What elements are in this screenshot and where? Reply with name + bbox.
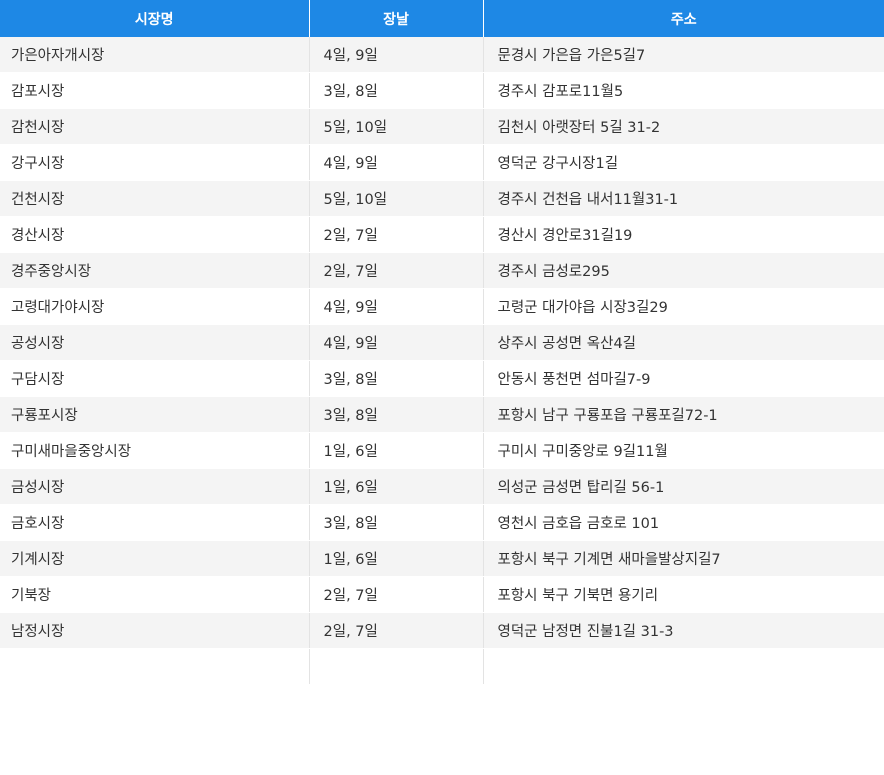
cell-market-name: 구룡포시장 bbox=[0, 396, 310, 433]
table-row[interactable]: 공성시장 4일, 9일 상주시 공성면 옥산4길 bbox=[0, 324, 884, 361]
cell-address: 안동시 풍천면 섬마길7-9 bbox=[483, 360, 884, 397]
table-row[interactable] bbox=[0, 648, 884, 685]
table-row[interactable]: 강구시장 4일, 9일 영덕군 강구시장1길 bbox=[0, 144, 884, 181]
cell-market-name: 경산시장 bbox=[0, 216, 310, 253]
cell-market-day: 1일, 6일 bbox=[309, 432, 484, 469]
cell-market-day: 4일, 9일 bbox=[309, 144, 484, 181]
cell-address: 포항시 남구 구룡포읍 구룡포길72-1 bbox=[483, 396, 884, 433]
cell-market-day: 3일, 8일 bbox=[309, 72, 484, 109]
header-market-day[interactable]: 장날 bbox=[309, 0, 484, 37]
cell-address: 문경시 가은읍 가은5길7 bbox=[483, 37, 884, 73]
cell-market-name: 남정시장 bbox=[0, 612, 310, 649]
cell-market-name: 기북장 bbox=[0, 576, 310, 613]
cell-market-name: 감포시장 bbox=[0, 72, 310, 109]
cell-address bbox=[483, 648, 884, 685]
cell-address: 고령군 대가야읍 시장3길29 bbox=[483, 288, 884, 325]
table-row[interactable]: 구룡포시장 3일, 8일 포항시 남구 구룡포읍 구룡포길72-1 bbox=[0, 396, 884, 433]
cell-address: 의성군 금성면 탑리길 56-1 bbox=[483, 468, 884, 505]
table-row[interactable]: 경주중앙시장 2일, 7일 경주시 금성로295 bbox=[0, 252, 884, 289]
table-row[interactable]: 구미새마을중앙시장 1일, 6일 구미시 구미중앙로 9길11월 bbox=[0, 432, 884, 469]
table-row[interactable]: 금호시장 3일, 8일 영천시 금호읍 금호로 101 bbox=[0, 504, 884, 541]
cell-market-name: 경주중앙시장 bbox=[0, 252, 310, 289]
cell-market-day bbox=[309, 648, 484, 685]
cell-market-name: 강구시장 bbox=[0, 144, 310, 181]
cell-market-day: 1일, 6일 bbox=[309, 540, 484, 577]
cell-market-name: 건천시장 bbox=[0, 180, 310, 217]
table-row[interactable]: 남정시장 2일, 7일 영덕군 남정면 진불1길 31-3 bbox=[0, 612, 884, 649]
header-address[interactable]: 주소 bbox=[483, 0, 884, 37]
market-table-container: 시장명 장날 주소 가은아자개시장 4일, 9일 문경시 가은읍 가은5길7 감포시장… bbox=[0, 0, 884, 775]
table-row[interactable]: 감포시장 3일, 8일 경주시 감포로11월5 bbox=[0, 72, 884, 109]
cell-address: 경주시 건천읍 내서11월31-1 bbox=[483, 180, 884, 217]
cell-market-day: 3일, 8일 bbox=[309, 360, 484, 397]
cell-market-name: 금성시장 bbox=[0, 468, 310, 505]
table-row[interactable]: 건천시장 5일, 10일 경주시 건천읍 내서11월31-1 bbox=[0, 180, 884, 217]
cell-address: 구미시 구미중앙로 9길11월 bbox=[483, 432, 884, 469]
cell-address: 경주시 감포로11월5 bbox=[483, 72, 884, 109]
header-market-name[interactable]: 시장명 bbox=[0, 0, 310, 37]
table-header-row: 시장명 장날 주소 bbox=[0, 0, 884, 37]
table-row[interactable]: 가은아자개시장 4일, 9일 문경시 가은읍 가은5길7 bbox=[0, 37, 884, 73]
cell-address: 상주시 공성면 옥산4길 bbox=[483, 324, 884, 361]
table-row[interactable]: 기북장 2일, 7일 포항시 북구 기북면 용기리 bbox=[0, 576, 884, 613]
cell-market-day: 2일, 7일 bbox=[309, 576, 484, 613]
market-table: 시장명 장날 주소 가은아자개시장 4일, 9일 문경시 가은읍 가은5길7 감포시장… bbox=[0, 0, 884, 685]
cell-market-day: 2일, 7일 bbox=[309, 216, 484, 253]
cell-market-name: 고령대가야시장 bbox=[0, 288, 310, 325]
cell-market-day: 3일, 8일 bbox=[309, 504, 484, 541]
table-row[interactable]: 경산시장 2일, 7일 경산시 경안로31길19 bbox=[0, 216, 884, 253]
cell-market-name: 구담시장 bbox=[0, 360, 310, 397]
cell-market-day: 2일, 7일 bbox=[309, 252, 484, 289]
cell-market-day: 1일, 6일 bbox=[309, 468, 484, 505]
table-row[interactable]: 구담시장 3일, 8일 안동시 풍천면 섬마길7-9 bbox=[0, 360, 884, 397]
cell-market-day: 4일, 9일 bbox=[309, 288, 484, 325]
cell-address: 경산시 경안로31길19 bbox=[483, 216, 884, 253]
cell-market-day: 5일, 10일 bbox=[309, 180, 484, 217]
table-row[interactable]: 고령대가야시장 4일, 9일 고령군 대가야읍 시장3길29 bbox=[0, 288, 884, 325]
cell-address: 경주시 금성로295 bbox=[483, 252, 884, 289]
cell-address: 영덕군 남정면 진불1길 31-3 bbox=[483, 612, 884, 649]
table-row[interactable]: 금성시장 1일, 6일 의성군 금성면 탑리길 56-1 bbox=[0, 468, 884, 505]
cell-address: 영천시 금호읍 금호로 101 bbox=[483, 504, 884, 541]
cell-address: 김천시 아랫장터 5길 31-2 bbox=[483, 108, 884, 145]
cell-address: 포항시 북구 기계면 새마을발상지길7 bbox=[483, 540, 884, 577]
cell-market-name: 감천시장 bbox=[0, 108, 310, 145]
table-row[interactable]: 기계시장 1일, 6일 포항시 북구 기계면 새마을발상지길7 bbox=[0, 540, 884, 577]
table-row[interactable]: 감천시장 5일, 10일 김천시 아랫장터 5길 31-2 bbox=[0, 108, 884, 145]
cell-market-name: 구미새마을중앙시장 bbox=[0, 432, 310, 469]
cell-market-day: 4일, 9일 bbox=[309, 324, 484, 361]
cell-market-name: 기계시장 bbox=[0, 540, 310, 577]
cell-market-name: 가은아자개시장 bbox=[0, 37, 310, 73]
cell-market-name bbox=[0, 648, 310, 685]
cell-address: 영덕군 강구시장1길 bbox=[483, 144, 884, 181]
cell-market-day: 5일, 10일 bbox=[309, 108, 484, 145]
cell-market-name: 금호시장 bbox=[0, 504, 310, 541]
cell-market-day: 4일, 9일 bbox=[309, 37, 484, 73]
table-body: 가은아자개시장 4일, 9일 문경시 가은읍 가은5길7 감포시장 3일, 8일 경주시 … bbox=[0, 37, 884, 685]
cell-market-name: 공성시장 bbox=[0, 324, 310, 361]
cell-address: 포항시 북구 기북면 용기리 bbox=[483, 576, 884, 613]
cell-market-day: 2일, 7일 bbox=[309, 612, 484, 649]
cell-market-day: 3일, 8일 bbox=[309, 396, 484, 433]
